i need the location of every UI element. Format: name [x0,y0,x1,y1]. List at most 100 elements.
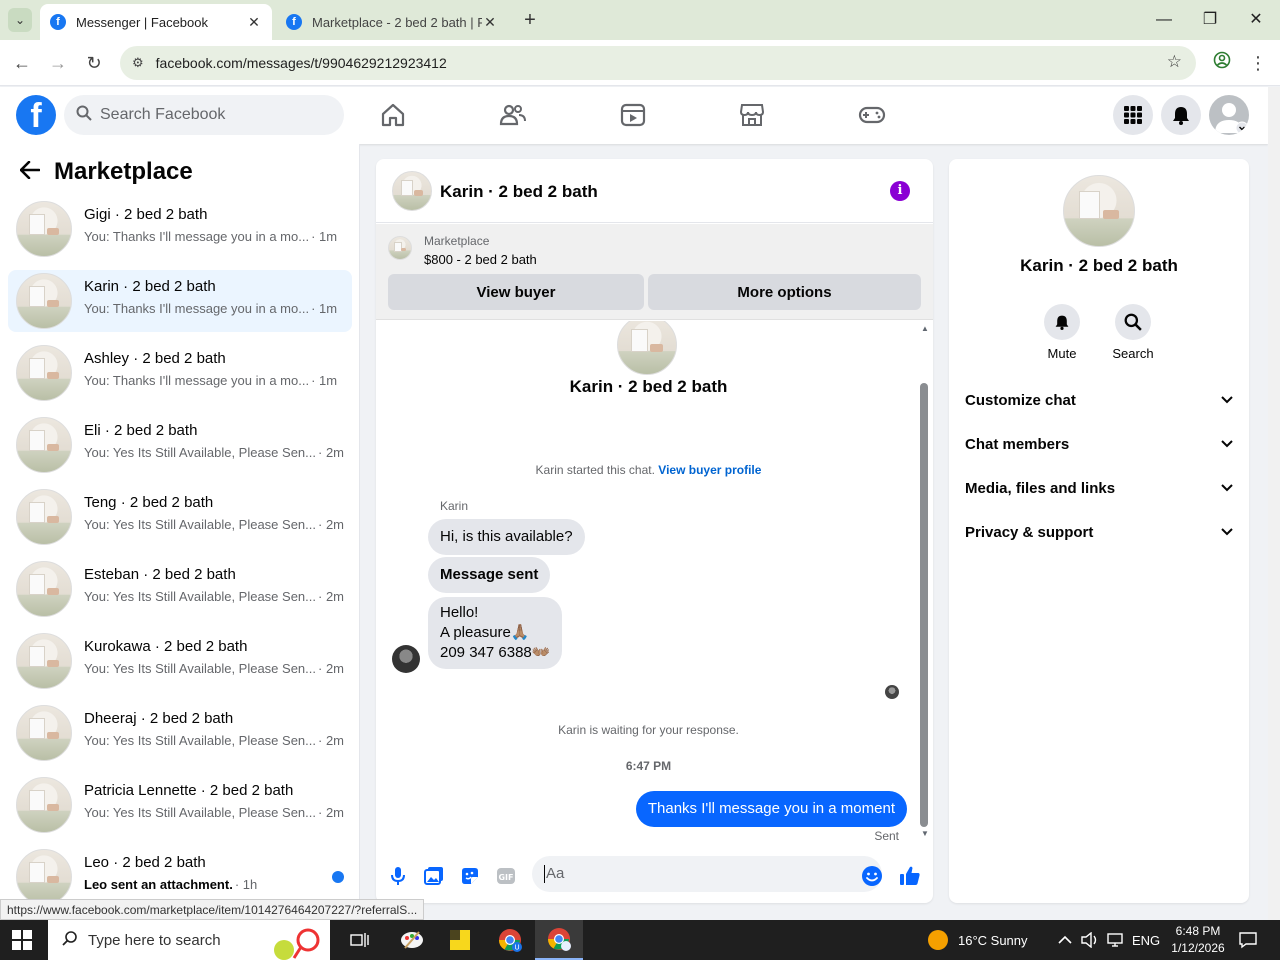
details-name: Karin · 2 bed 2 bath [1020,256,1178,275]
volume-icon[interactable] [1080,920,1100,960]
friends-icon[interactable] [499,101,527,129]
message-bubble-outgoing[interactable]: Thanks I'll message you in a moment [635,791,907,827]
gif-icon[interactable]: GIF [494,864,518,888]
menu-grid-icon[interactable] [1113,95,1153,135]
task-view-icon[interactable] [336,920,384,960]
conversation-item[interactable]: Ashley · 2 bed 2 bath You: Thanks I'll me… [8,342,352,404]
conversation-item[interactable]: Eli · 2 bed 2 bath You: Yes Its Still Ava… [8,414,352,476]
browser-toolbar: ← → ↻ ⚙ facebook.com/messages/t/99046292… [0,40,1280,86]
network-icon[interactable] [1106,920,1126,960]
message-bubble-incoming[interactable]: Message sent [428,557,551,593]
composer-placeholder: Aa [546,865,565,882]
video-icon[interactable] [619,101,647,129]
more-options-button[interactable]: More options [648,274,921,310]
search-placeholder: Search Facebook [100,106,226,123]
chat-title[interactable]: Karin · 2 bed 2 bath [440,182,598,202]
like-thumbs-up-icon[interactable] [898,864,922,888]
taskbar-search-input[interactable]: Type here to search [48,920,330,960]
tab-messenger[interactable]: f Messenger | Facebook ✕ [40,4,272,40]
site-info-icon[interactable]: ⚙ [132,55,144,71]
conversation-item[interactable]: Esteban · 2 bed 2 bath You: Yes Its Still… [8,558,352,620]
close-window-icon[interactable]: ✕ [1244,8,1268,32]
search-conversation-button[interactable]: Search [1101,304,1165,361]
scroll-down-icon[interactable]: ▼ [920,829,930,838]
message-input[interactable]: Aa [532,856,882,892]
tab-search-dropdown-icon[interactable]: ⌄ [8,8,32,32]
facebook-logo-icon[interactable]: f [16,95,56,135]
photo-icon[interactable] [422,864,446,888]
chat-avatar[interactable] [392,171,432,211]
back-icon[interactable]: ← [10,51,34,75]
close-tab-icon[interactable]: ✕ [482,14,498,31]
back-arrow-icon[interactable] [19,158,41,186]
notification-center-icon[interactable] [1238,920,1258,960]
weather-widget[interactable]: 16°C Sunny [928,920,1028,960]
tab-marketplace[interactable]: f Marketplace - 2 bed 2 bath | Fa ✕ [276,4,508,40]
language-indicator[interactable]: ENG [1132,920,1160,960]
close-tab-icon[interactable]: ✕ [246,14,262,31]
minimize-icon[interactable]: — [1152,8,1176,32]
media-files-links-row[interactable]: Media, files and links [965,480,1233,497]
scroll-up-icon[interactable]: ▲ [920,324,930,333]
chat-started-notice: Karin started this chat. View buyer prof… [376,463,921,477]
mute-button[interactable]: Mute [1030,304,1094,361]
tray-chevron-up-icon[interactable] [1058,920,1072,960]
chrome-active-icon[interactable] [535,920,583,960]
sender-avatar[interactable] [392,645,420,673]
conversation-item[interactable]: Patricia Lennette · 2 bed 2 bath You: Yes… [8,774,352,836]
taskbar-clock[interactable]: 6:48 PM 1/12/2026 [1168,923,1228,957]
conversation-item[interactable]: Gigi · 2 bed 2 bath You: Thanks I'll mess… [8,198,352,260]
conversation-avatar [16,273,72,329]
sticker-icon[interactable] [458,864,482,888]
conversation-name: Eli · 2 bed 2 bath [84,422,198,439]
notifications-bell-icon[interactable] [1161,95,1201,135]
customize-chat-row[interactable]: Customize chat [965,392,1233,409]
chrome-profile-icon[interactable]: U [486,920,534,960]
address-bar[interactable]: ⚙ facebook.com/messages/t/99046292129234… [120,46,1196,80]
preview-text: You: Yes Its Still Available, Please Sen… [84,661,316,676]
reload-icon[interactable]: ↻ [82,51,106,75]
bookmark-star-icon[interactable]: ☆ [1167,52,1182,72]
view-buyer-button[interactable]: View buyer [388,274,644,310]
preview-time: · 1m [311,229,338,244]
emoji-icon[interactable] [860,864,884,888]
message-bubble-incoming[interactable]: Hello! A pleasure🙏🏽 209 347 6388👐🏽 [428,597,563,669]
home-icon[interactable] [379,101,407,129]
windows-taskbar: Type here to search U 16°C Sunny ENG 6:4… [0,920,1280,960]
conversation-item[interactable]: Teng · 2 bed 2 bath You: Yes Its Still Av… [8,486,352,548]
thread-scrollbar-thumb[interactable] [920,383,928,827]
chat-header: Karin · 2 bed 2 bath i [376,159,933,223]
forward-icon[interactable]: → [46,51,70,75]
message-thread: Karin · 2 bed 2 bath Karin started this … [376,321,921,845]
preview-time: · 1m [311,373,338,388]
account-avatar[interactable] [1209,95,1249,135]
privacy-support-row[interactable]: Privacy & support [965,524,1233,541]
profile-icon[interactable] [1210,51,1234,75]
browser-menu-icon[interactable]: ⋮ [1246,51,1270,75]
message-bubble-incoming[interactable]: Hi, is this available? [428,519,585,555]
view-buyer-profile-link[interactable]: View buyer profile [658,463,761,477]
chevron-down-icon [1221,480,1233,495]
conversation-preview: Leo sent an attachment. · 1h [84,877,257,892]
microphone-icon[interactable] [386,864,410,888]
paint-app-icon[interactable] [388,920,436,960]
listing-thumbnail[interactable] [388,236,412,260]
windows-start-icon[interactable] [12,930,32,950]
page-scrollbar[interactable] [1268,87,1280,920]
marketplace-icon[interactable] [738,101,766,129]
taskbar-search-placeholder: Type here to search [88,931,221,949]
listing-price[interactable]: $800 - 2 bed 2 bath [424,252,537,267]
chat-members-row[interactable]: Chat members [965,436,1233,453]
conversation-preview: You: Thanks I'll message you in a mo... ·… [84,373,337,388]
conversation-info-icon[interactable]: i [890,181,910,201]
preview-text: You: Thanks I'll message you in a mo... [84,301,310,316]
conversation-item[interactable]: Kurokawa · 2 bed 2 bath You: Yes Its Stil… [8,630,352,692]
conversation-item[interactable]: Karin · 2 bed 2 bath You: Thanks I'll mes… [8,270,352,332]
new-tab-icon[interactable]: + [518,9,542,33]
gaming-icon[interactable] [858,101,886,129]
restore-icon[interactable]: ❐ [1198,8,1222,32]
conversation-item[interactable]: Dheeraj · 2 bed 2 bath You: Yes Its Still… [8,702,352,764]
sticky-notes-icon[interactable] [436,920,484,960]
details-avatar[interactable] [1063,175,1135,247]
facebook-search-input[interactable]: Search Facebook [64,95,344,135]
